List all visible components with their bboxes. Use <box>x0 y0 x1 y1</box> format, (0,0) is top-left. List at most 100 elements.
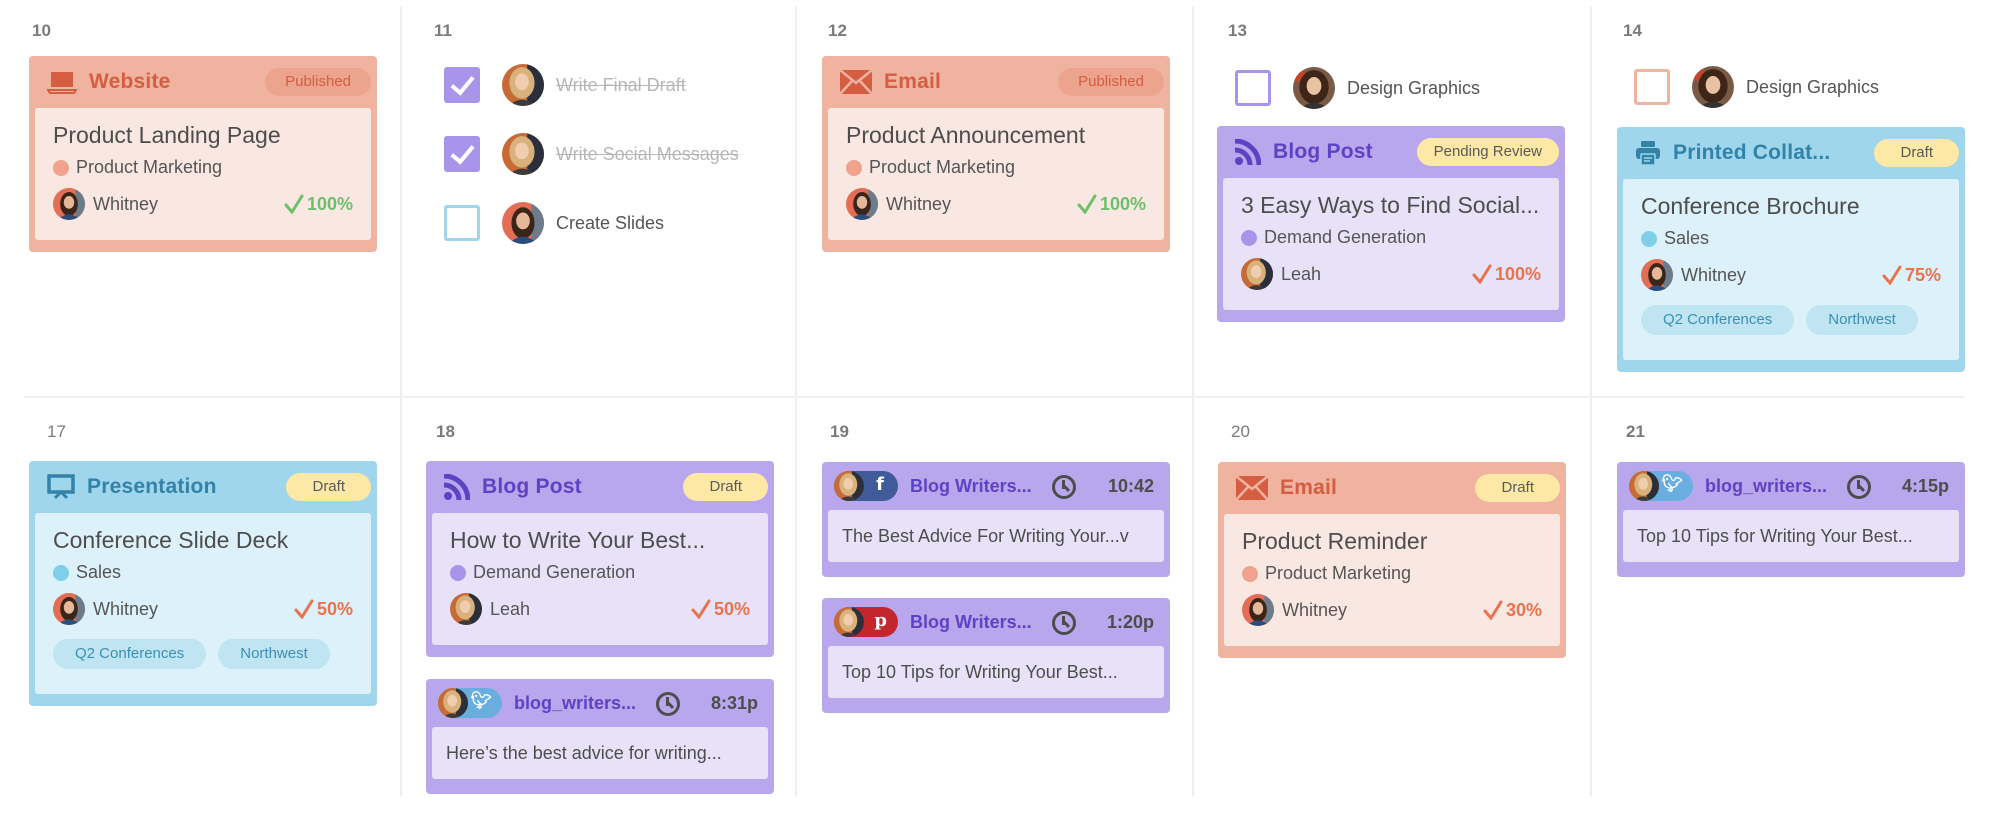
task-checkbox[interactable] <box>1634 69 1670 105</box>
task-label: Design Graphics <box>1746 76 1880 97</box>
avatar <box>438 688 468 718</box>
task-item[interactable]: Create Slides <box>444 202 664 244</box>
team-color-dot <box>1641 230 1657 247</box>
social-account-pill: p <box>834 607 898 637</box>
printer-icon <box>1635 140 1661 166</box>
scheduled-time: 10:42 <box>1107 476 1154 496</box>
content-card-website[interactable]: Website Published Product Landing Page P… <box>29 56 377 252</box>
progress-value: 50% <box>316 598 353 619</box>
content-card-blog-post[interactable]: Blog Post Pending Review 3 Easy Ways to … <box>1217 126 1565 322</box>
content-card-blog-post[interactable]: Blog Post Draft How to Write Your Best..… <box>426 461 774 657</box>
task-checkbox[interactable] <box>444 67 480 103</box>
column-divider <box>1192 6 1194 796</box>
content-type-label: Email <box>1280 476 1338 499</box>
card-title[interactable]: Product Announcement <box>846 122 1146 149</box>
progress-indicator: 100% <box>284 194 353 215</box>
team-label: Demand Generation <box>1264 227 1427 247</box>
check-icon <box>284 194 304 214</box>
day-number: 14 <box>1623 21 1642 40</box>
check-icon <box>1077 194 1097 214</box>
card-title[interactable]: How to Write Your Best... <box>450 527 750 554</box>
status-badge: Published <box>265 68 371 96</box>
content-type-label: Blog Post <box>482 475 582 498</box>
team-color-dot <box>846 159 862 176</box>
progress-value: 50% <box>713 598 750 619</box>
tag[interactable]: Q2 Conferences <box>1641 305 1795 335</box>
progress-indicator: 30% <box>1483 600 1542 621</box>
status-badge: Published <box>1058 68 1164 96</box>
tag[interactable]: Northwest <box>218 639 330 669</box>
social-post-card[interactable]: 🐦︎ blog_writers... 4:15p Top 10 Tips for… <box>1617 462 1965 577</box>
status-badge: Draft <box>683 473 768 501</box>
task-item[interactable]: Design Graphics <box>1634 66 1879 108</box>
check-icon <box>294 599 314 619</box>
progress-value: 30% <box>1505 599 1542 620</box>
clock-icon <box>1847 475 1871 499</box>
card-title[interactable]: Conference Brochure <box>1641 193 1941 220</box>
team-color-dot <box>450 564 466 581</box>
progress-indicator: 50% <box>294 599 353 620</box>
day-number: 20 <box>1231 422 1250 441</box>
task-label: Design Graphics <box>1347 77 1481 98</box>
facebook-icon: f <box>876 474 884 495</box>
task-label: Create Slides <box>556 212 665 233</box>
card-title[interactable]: Product Landing Page <box>53 122 353 149</box>
card-title[interactable]: 3 Easy Ways to Find Social... <box>1241 192 1541 219</box>
task-item[interactable]: Write Final Draft <box>444 64 686 106</box>
task-item[interactable]: Write Social Messages <box>444 133 739 175</box>
avatar <box>53 593 85 625</box>
twitter-icon: 🐦︎ <box>1661 474 1683 493</box>
status-badge: Draft <box>286 473 371 501</box>
social-post-text: Top 10 Tips for Writing Your Best... <box>1623 510 1959 562</box>
owner-name: Whitney <box>1681 264 1747 285</box>
owner-name: Whitney <box>1282 599 1348 620</box>
day-number: 18 <box>436 422 455 441</box>
avatar <box>502 133 544 175</box>
avatar <box>834 607 864 637</box>
progress-value: 100% <box>1099 193 1146 214</box>
content-card-email[interactable]: Email Published Product Announcement Pro… <box>822 56 1170 252</box>
owner-name: Leah <box>1281 263 1322 284</box>
content-card-printed-collateral[interactable]: Printed Collat... Draft Conference Broch… <box>1617 127 1965 372</box>
week-divider <box>24 396 1964 398</box>
avatar <box>1242 594 1274 626</box>
social-account-name: Blog Writers... <box>910 611 1032 632</box>
avatar <box>450 593 482 625</box>
card-title[interactable]: Conference Slide Deck <box>53 527 353 554</box>
day-number: 12 <box>828 21 847 40</box>
social-post-card[interactable]: f Blog Writers... 10:42 The Best Advice … <box>822 462 1170 577</box>
task-label: Write Final Draft <box>556 74 686 95</box>
avatar <box>502 202 544 244</box>
task-checkbox[interactable] <box>1235 70 1271 106</box>
social-post-card[interactable]: 🐦︎ blog_writers... 8:31p Here’s the best… <box>426 679 774 794</box>
tag[interactable]: Q2 Conferences <box>53 639 207 669</box>
task-checkbox[interactable] <box>444 205 480 241</box>
status-badge: Draft <box>1475 474 1560 502</box>
content-card-presentation[interactable]: Presentation Draft Conference Slide Deck… <box>29 461 377 706</box>
day-number: 13 <box>1228 21 1247 40</box>
progress-value: 75% <box>1904 264 1941 285</box>
avatar <box>1641 259 1673 291</box>
twitter-icon: 🐦︎ <box>470 691 492 710</box>
team-label: Product Marketing <box>76 157 223 177</box>
avatar <box>1241 258 1273 290</box>
social-account-pill: f <box>834 471 898 501</box>
column-divider <box>795 6 797 796</box>
task-item[interactable]: Design Graphics <box>1235 67 1480 109</box>
scheduled-time: 1:20p <box>1106 612 1154 632</box>
presentation-icon <box>47 474 75 500</box>
content-type-label: Blog Post <box>1273 140 1373 163</box>
social-post-card[interactable]: p Blog Writers... 1:20p Top 10 Tips for … <box>822 598 1170 713</box>
progress-indicator: 100% <box>1472 264 1541 285</box>
day-number: 19 <box>830 422 849 441</box>
team-label: Sales <box>1664 228 1710 248</box>
team-label: Sales <box>76 562 122 582</box>
tag[interactable]: Northwest <box>1806 305 1918 335</box>
team-color-dot <box>53 564 69 581</box>
task-checkbox[interactable] <box>444 136 480 172</box>
task-label: Write Social Messages <box>556 143 739 164</box>
card-title[interactable]: Product Reminder <box>1242 528 1542 555</box>
content-card-email[interactable]: Email Draft Product Reminder Product Mar… <box>1218 462 1566 658</box>
team-label: Product Marketing <box>869 157 1016 177</box>
content-type-label: Email <box>884 70 942 93</box>
